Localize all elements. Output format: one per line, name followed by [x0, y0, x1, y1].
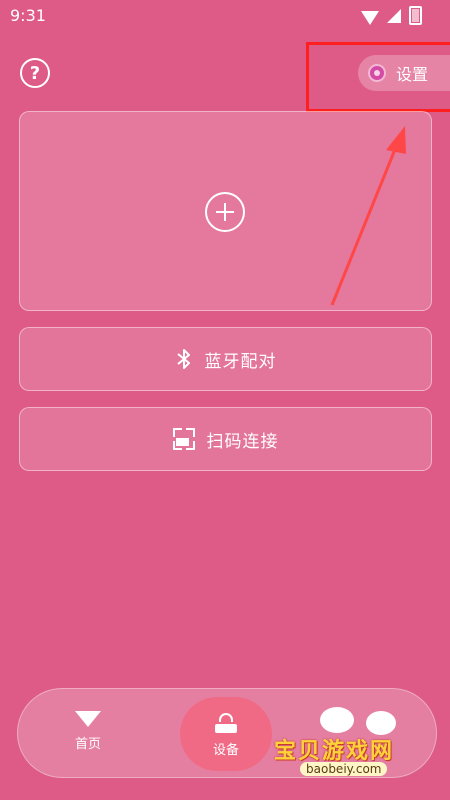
nav-device-label: 设备 — [212, 743, 239, 758]
bluetooth-icon — [176, 349, 190, 369]
nav-home-tab[interactable]: 首页 — [58, 711, 118, 752]
watermark-text: 宝贝游戏网 — [274, 739, 395, 764]
palette-icon — [366, 711, 396, 735]
router-icon — [215, 713, 237, 733]
watermark-url: baobeiy.com — [300, 762, 388, 776]
nav-device-tab[interactable]: 设备 — [180, 697, 272, 771]
home-icon — [75, 711, 101, 727]
scan-connect-button[interactable]: 扫码连接 — [19, 407, 432, 471]
watermark-logo: 宝贝游戏网 baobeiy.com — [270, 705, 430, 780]
nav-home-label: 首页 — [74, 737, 101, 752]
scan-icon — [172, 428, 195, 450]
add-icon[interactable] — [205, 192, 245, 232]
bluetooth-pair-label: 蓝牙配对 — [204, 351, 277, 372]
gamepad-icon — [320, 707, 354, 733]
bluetooth-pair-button[interactable]: 蓝牙配对 — [19, 327, 432, 391]
scan-connect-label: 扫码连接 — [206, 431, 279, 452]
